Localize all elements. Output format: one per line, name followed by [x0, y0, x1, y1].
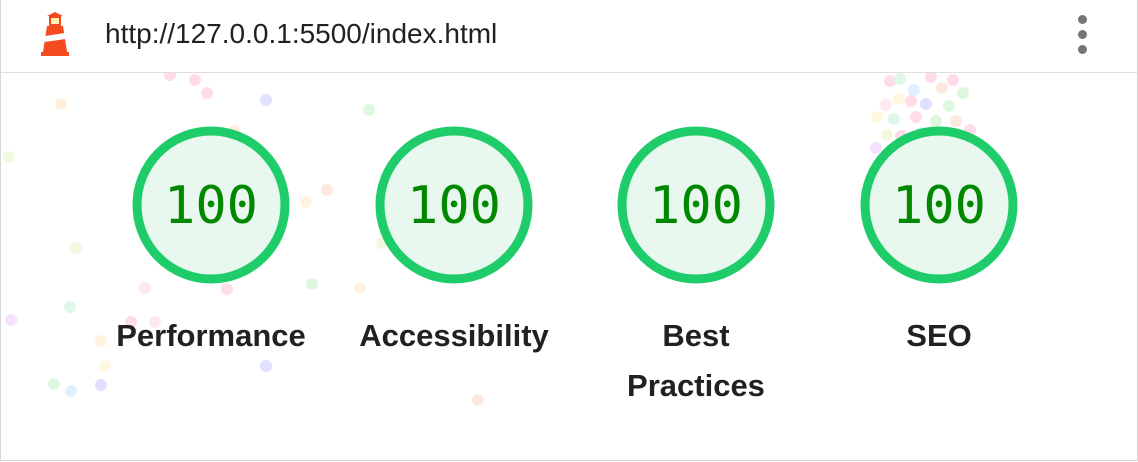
gauge-ring: 100 [860, 126, 1018, 284]
page-url: http://127.0.0.1:5500/index.html [105, 18, 498, 49]
gauge-label: SEO [906, 318, 972, 353]
gauge-label: Performance [116, 318, 306, 353]
gauge-ring: 100 [132, 126, 290, 284]
report-topbar: http://127.0.0.1:5500/index.html [1, 0, 1137, 73]
gauge-score: 100 [649, 176, 743, 236]
gauge-label: Best Practices [627, 318, 765, 403]
category-gauges: 100 Performance 100 Accessibility 100 Be… [1, 125, 1137, 425]
gauge-ring: 100 [617, 126, 775, 284]
gauge-best-practices[interactable]: 100 Best Practices [576, 125, 816, 411]
gauge-score: 100 [407, 176, 501, 236]
gauge-seo[interactable]: 100 SEO [819, 125, 1059, 361]
gauge-performance[interactable]: 100 Performance [91, 125, 331, 361]
lighthouse-icon [37, 12, 73, 56]
gauge-ring: 100 [375, 126, 533, 284]
gauge-label: Accessibility [359, 318, 549, 353]
gauge-accessibility[interactable]: 100 Accessibility [334, 125, 574, 361]
gauge-score: 100 [164, 176, 258, 236]
report-frame: http://127.0.0.1:5500/index.html 100 Per… [0, 0, 1138, 461]
gauge-score: 100 [892, 176, 986, 236]
more-vert-icon[interactable] [1069, 12, 1095, 56]
